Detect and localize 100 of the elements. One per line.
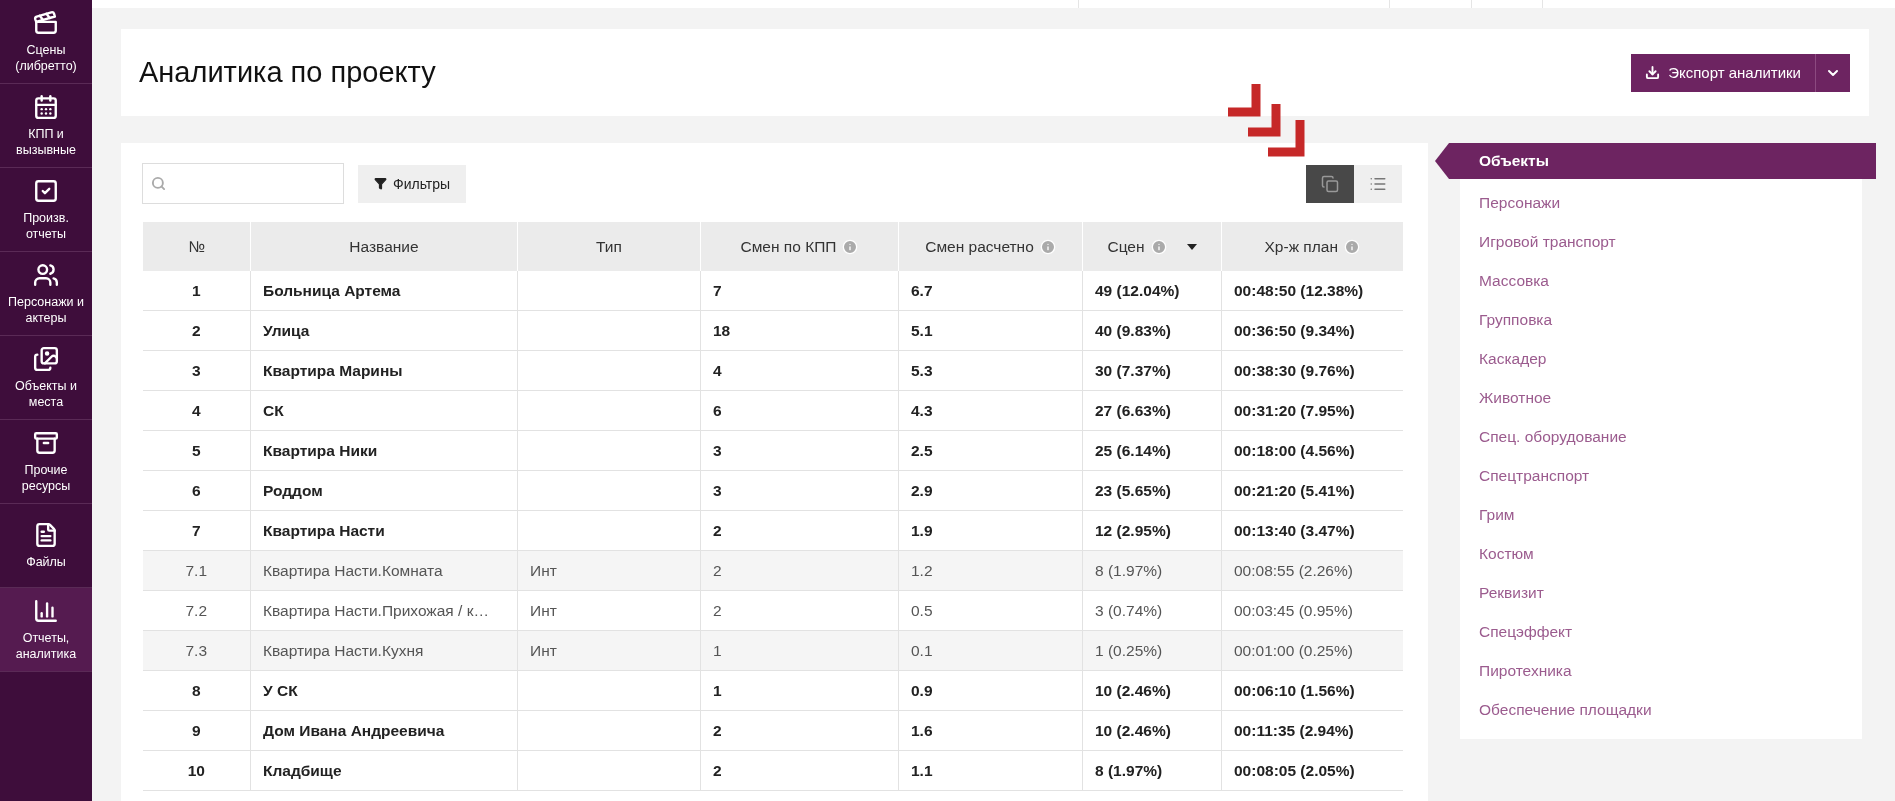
table-cell: 00:03:45 (0.95%) [1221,590,1403,631]
category-item[interactable]: Персонажи [1460,183,1862,222]
table-cell: Роддом [250,470,518,511]
category-item[interactable]: Спец. оборудование [1460,417,1862,456]
category-item[interactable]: Групповка [1460,300,1862,339]
dropdown-toggle[interactable] [1815,53,1850,92]
table-cell: 0.9 [898,670,1083,711]
table-cell: 00:48:50 (12.38%) [1221,271,1403,311]
table-cell: 4.3 [898,390,1083,431]
table-cell: 00:38:30 (9.76%) [1221,350,1403,391]
table-cell: 30 (7.37%) [1082,350,1222,391]
table-cell: 5.3 [898,350,1083,391]
download-icon [1645,65,1661,80]
column-header[interactable]: Название [250,222,518,271]
table-cell: Инт [517,590,701,631]
table-cell: 8 (1.97%) [1082,750,1222,791]
tile-view-button[interactable] [1306,164,1354,203]
table-cell: 10 (2.46%) [1082,670,1222,711]
table-cell: 8 [142,670,251,711]
table-cell: 00:31:20 (7.95%) [1221,390,1403,431]
filter-button[interactable]: Фильтры [358,164,467,203]
table-cell: 00:08:05 (2.05%) [1221,750,1403,791]
table-cell: 1.2 [898,550,1083,591]
table-cell: Инт [517,630,701,671]
calendar-icon [33,93,59,120]
pictures-icon [33,345,59,372]
table-cell: 2 [700,510,899,551]
table-cell: 18 [700,310,899,351]
table-cell: 49 (12.04%) [1082,271,1222,311]
table-cell: 10 [142,750,251,791]
table-cell: 2 [142,310,251,351]
table-cell: 4 [142,390,251,431]
archive-box-icon [33,429,59,456]
table-cell: 10 (2.46%) [1082,710,1222,751]
table-cell: 6.7 [898,271,1083,311]
table-cell: 7 [700,271,899,311]
column-header[interactable]: Сцен [1082,222,1222,271]
table-cell: 5 [142,430,251,471]
table-cell: 3 (0.74%) [1082,590,1222,631]
category-item[interactable]: Спецтранспорт [1460,456,1862,495]
table-cell: 27 (6.63%) [1082,390,1222,431]
category-item[interactable]: Обеспечение площадки [1460,690,1862,729]
table-cell: 25 (6.14%) [1082,430,1222,471]
table-cell: 1.6 [898,710,1083,751]
category-item[interactable]: Игровой транспорт [1460,222,1862,261]
category-item[interactable]: Массовка [1460,261,1862,300]
table-cell: 2 [700,590,899,631]
table-cell: 3 [700,470,899,511]
funnel-icon [374,177,387,190]
table-cell: 9 [142,710,251,751]
table-cell: 00:01:00 (0.25%) [1221,630,1403,671]
table-cell: 1.1 [898,750,1083,791]
table-cell: 7.1 [142,550,251,591]
category-item[interactable]: Грим [1460,495,1862,534]
table-cell: Квартира Насти.Кухня [250,630,518,671]
column-header[interactable]: Тип [517,222,701,271]
clapperboard-icon [33,9,59,36]
page-title: Аналитика по проекту [139,56,436,89]
column-header[interactable]: № [142,222,251,271]
table-cell: 00:21:20 (5.41%) [1221,470,1403,511]
table-cell: СК [250,390,518,431]
table-cell: 2 [700,710,899,751]
table-cell: 5.1 [898,310,1083,351]
table-cell: 3 [700,430,899,471]
table-cell: 1 [700,670,899,711]
table-cell: Квартира Насти [250,510,518,551]
table-cell: 00:08:55 (2.26%) [1221,550,1403,591]
column-header[interactable]: Хр-ж план [1221,222,1403,271]
table-cell: Квартира Марины [250,350,518,391]
category-item[interactable]: Пиротехника [1460,651,1862,690]
category-item[interactable]: Реквизит [1460,573,1862,612]
table-cell: Инт [517,550,701,591]
export-button[interactable]: Экспорт аналитики [1631,53,1815,92]
table-cell: 00:11:35 (2.94%) [1221,710,1403,751]
table-cell: 1 (0.25%) [1082,630,1222,671]
table-cell: Больница Артема [250,271,518,311]
table-cell: 3 [142,350,251,391]
table-cell: Квартира Насти.Прихожая / к… [250,590,518,631]
category-item[interactable]: Объекты [1435,143,1876,179]
column-header[interactable]: Смен по КПП [700,222,899,271]
table-cell: Улица [250,310,518,351]
table-cell: Кладбище [250,750,518,791]
table-cell: 12 (2.95%) [1082,510,1222,551]
column-header[interactable]: Смен расчетно [898,222,1083,271]
table-cell: 2.9 [898,470,1083,511]
category-item[interactable]: Каскадер [1460,339,1862,378]
category-item[interactable]: Спецэффект [1460,612,1862,651]
table-cell: 1 [700,630,899,671]
table-cell: 40 (9.83%) [1082,310,1222,351]
table-cell: 2.5 [898,430,1083,471]
category-item[interactable]: Животное [1460,378,1862,417]
table-cell: 00:13:40 (3.47%) [1221,510,1403,551]
overlapping-squares-icon [1321,174,1339,193]
table-cell: 0.5 [898,590,1083,631]
category-item[interactable]: Костюм [1460,534,1862,573]
sidebar-item[interactable]: Отчеты, аналитика [0,588,92,672]
table-cell: 6 [142,470,251,511]
search-field[interactable] [142,163,344,204]
people-icon [33,261,59,288]
table-cell: 2 [700,750,899,791]
